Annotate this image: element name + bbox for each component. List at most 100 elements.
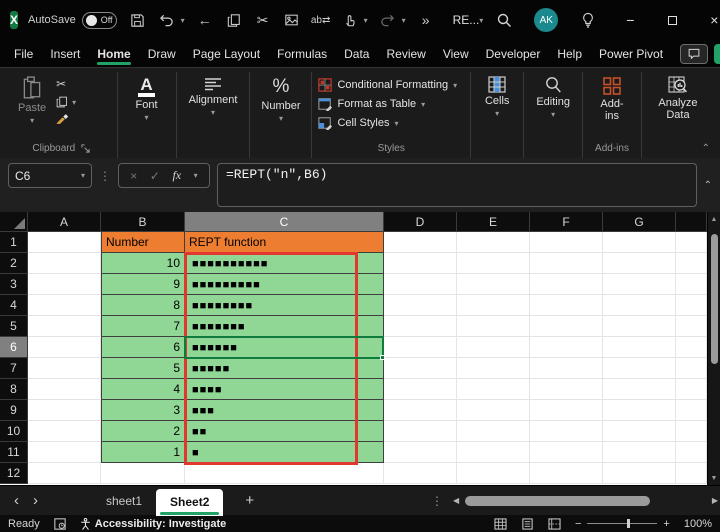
cell[interactable] — [676, 253, 707, 274]
row-header-6[interactable]: 6 — [0, 337, 28, 358]
cell[interactable] — [28, 463, 101, 484]
collapse-formula-bar-icon[interactable]: ⌃ — [704, 180, 712, 191]
analyze-data-button[interactable]: Analyze Data — [648, 72, 708, 125]
tab-page-layout[interactable]: Page Layout — [193, 40, 260, 67]
cell[interactable] — [530, 379, 603, 400]
col-header-e[interactable]: E — [457, 212, 530, 232]
cell[interactable] — [384, 379, 457, 400]
cell[interactable] — [457, 253, 530, 274]
normal-view-icon[interactable] — [494, 518, 507, 530]
row-header-2[interactable]: 2 — [0, 253, 28, 274]
add-ins-button[interactable]: Add-ins — [589, 72, 635, 126]
cell[interactable] — [384, 463, 457, 484]
cell-number[interactable]: 4 — [101, 379, 185, 400]
cell[interactable] — [676, 400, 707, 421]
cell[interactable] — [530, 274, 603, 295]
cell[interactable] — [28, 295, 101, 316]
save-icon[interactable] — [129, 11, 147, 29]
accessibility-status[interactable]: Accessibility: Investigate — [80, 518, 226, 530]
cell[interactable] — [603, 358, 676, 379]
autosave-toggle[interactable]: Off — [82, 12, 117, 29]
cell[interactable] — [384, 316, 457, 337]
tab-file[interactable]: File — [14, 40, 33, 67]
tab-insert[interactable]: Insert — [50, 40, 80, 67]
col-header-c[interactable]: C — [185, 212, 384, 232]
row-header-12[interactable]: 12 — [0, 463, 28, 484]
cell[interactable] — [603, 421, 676, 442]
cell-rept[interactable]: ■■■■ — [185, 379, 384, 400]
cell[interactable] — [384, 358, 457, 379]
cell[interactable] — [28, 232, 101, 253]
zoom-in-icon[interactable]: + — [663, 518, 669, 530]
vertical-scroll-thumb[interactable] — [711, 234, 718, 364]
cell-number[interactable]: 3 — [101, 400, 185, 421]
col-header-g[interactable]: G — [603, 212, 676, 232]
page-break-view-icon[interactable] — [548, 518, 561, 530]
format-as-table-button[interactable]: Format as Table▾ — [318, 97, 457, 111]
scroll-down-icon[interactable]: ▼ — [711, 471, 718, 485]
tab-view[interactable]: View — [443, 40, 469, 67]
cell[interactable] — [457, 442, 530, 463]
cell-styles-button[interactable]: Cell Styles▾ — [318, 116, 457, 130]
translate-icon[interactable]: ab⇄ — [312, 11, 330, 29]
cell[interactable] — [603, 274, 676, 295]
cell-rept[interactable]: ■■■■■■■ — [185, 316, 384, 337]
zoom-level[interactable]: 100% — [684, 518, 712, 530]
cell[interactable] — [384, 400, 457, 421]
search-icon[interactable] — [483, 12, 525, 28]
formula-input[interactable]: =REPT("n",B6) — [217, 163, 697, 207]
cell-rept[interactable]: ■■■■■ — [185, 358, 384, 379]
cell[interactable] — [603, 316, 676, 337]
cell[interactable] — [457, 274, 530, 295]
cell[interactable] — [457, 316, 530, 337]
cell[interactable] — [676, 337, 707, 358]
macro-record-icon[interactable] — [54, 518, 66, 530]
cell[interactable] — [384, 253, 457, 274]
col-header-a[interactable]: A — [28, 212, 101, 232]
undo-icon[interactable] — [158, 11, 176, 29]
cell[interactable] — [28, 421, 101, 442]
cell[interactable] — [530, 400, 603, 421]
paste-button[interactable]: Paste ▾ — [12, 72, 52, 129]
row-header-4[interactable]: 4 — [0, 295, 28, 316]
cell-number[interactable]: 10 — [101, 253, 185, 274]
cell[interactable] — [457, 463, 530, 484]
touch-mode-icon[interactable] — [341, 11, 359, 29]
alignment-button[interactable]: Alignment ▾ — [183, 72, 244, 121]
cell[interactable] — [384, 421, 457, 442]
tab-review[interactable]: Review — [386, 40, 425, 67]
cell[interactable] — [530, 316, 603, 337]
cells-button[interactable]: Cells ▾ — [479, 72, 515, 122]
cell[interactable] — [457, 232, 530, 253]
cell[interactable] — [28, 358, 101, 379]
cell[interactable] — [457, 295, 530, 316]
cell[interactable] — [530, 295, 603, 316]
cell[interactable] — [603, 442, 676, 463]
tab-draw[interactable]: Draw — [148, 40, 176, 67]
close-button[interactable]: × — [693, 12, 720, 28]
cell-rept-selected[interactable]: ■■■■■■ — [185, 337, 384, 358]
formula-bar-grip-icon[interactable]: ⋮ — [99, 169, 111, 183]
cell[interactable] — [676, 442, 707, 463]
cut-button[interactable]: ✂ — [56, 77, 76, 91]
row-header-11[interactable]: 11 — [0, 442, 28, 463]
cell-number-header[interactable]: Number — [101, 232, 185, 253]
row-header-3[interactable]: 3 — [0, 274, 28, 295]
cell-number[interactable]: 2 — [101, 421, 185, 442]
picture-icon[interactable] — [283, 11, 301, 29]
cell[interactable] — [384, 337, 457, 358]
conditional-formatting-button[interactable]: Conditional Formatting▾ — [318, 78, 457, 92]
cell[interactable] — [530, 253, 603, 274]
cell[interactable] — [457, 358, 530, 379]
clipboard-dialog-launcher-icon[interactable] — [81, 144, 90, 153]
cell-number[interactable]: 7 — [101, 316, 185, 337]
cell[interactable] — [676, 463, 707, 484]
tabbar-options-icon[interactable]: ⋮ — [431, 494, 443, 508]
col-header-d[interactable]: D — [384, 212, 457, 232]
tab-data[interactable]: Data — [344, 40, 369, 67]
cell[interactable] — [603, 463, 676, 484]
cell[interactable] — [530, 442, 603, 463]
document-title[interactable]: RE... ▾ — [453, 13, 484, 27]
cell-number[interactable]: 6 — [101, 337, 185, 358]
cell[interactable] — [676, 358, 707, 379]
